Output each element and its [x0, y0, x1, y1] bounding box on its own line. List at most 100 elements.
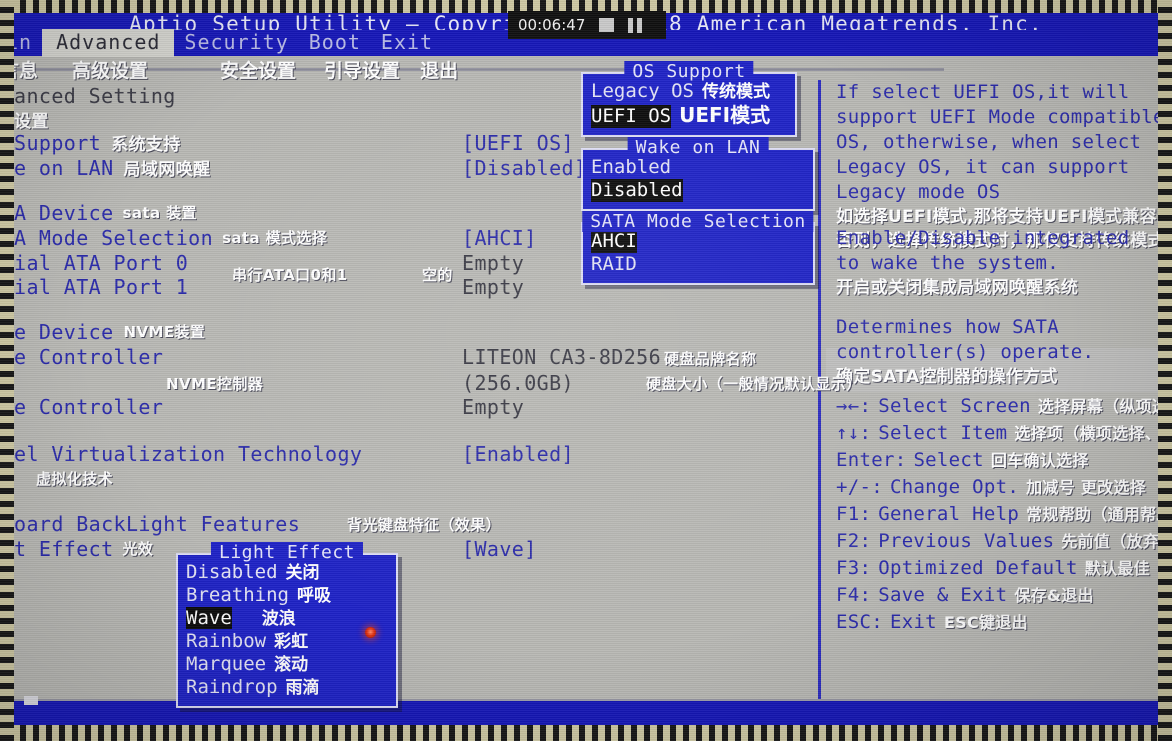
- key-symbol: +/-:: [836, 476, 883, 498]
- key-action-cn: 选择屏幕（纵项选: [1037, 397, 1158, 416]
- key-action: Save & Exit: [878, 584, 1008, 606]
- popup-sata-mode-selection[interactable]: SATA Mode Selection AHCI RAID: [581, 211, 815, 285]
- popup-option-rainbow[interactable]: Rainbow 彩虹: [186, 630, 388, 653]
- key-symbol: F4:: [836, 584, 872, 606]
- help-text-sata-mode: Determines how SATA controller(s) operat…: [836, 315, 1094, 389]
- tab-security-cn: 安全设置: [220, 59, 297, 82]
- option-label-cn: 雨滴: [285, 678, 320, 698]
- setting-label-cn: 系统支持: [111, 135, 181, 155]
- option-label: Breathing: [186, 584, 289, 606]
- key-legend-row: F3: Optimized Default 默认最佳: [836, 555, 1158, 582]
- setting-value[interactable]: [UEFI OS]: [462, 131, 574, 155]
- key-action-cn: 回车确认选择: [990, 451, 1089, 470]
- setting-label: ial ATA Port 1: [14, 274, 189, 299]
- pause-icon[interactable]: [628, 17, 643, 33]
- help-line-cn: 确定SATA控制器的操作方式: [836, 367, 1058, 387]
- key-action: Select Screen: [878, 395, 1031, 417]
- popup-option-legacy-os[interactable]: Legacy OS 传统模式: [591, 80, 787, 104]
- key-legend-row: F4: Save & Exit 保存&退出: [836, 582, 1158, 609]
- setting-label: t Effect: [14, 536, 114, 561]
- note-empty-cn: 空的: [422, 266, 453, 284]
- help-line-cn: 开启或关闭集成局域网唤醒系统: [836, 278, 1079, 298]
- key-legend-row: F1: General Help 常规帮助（通用帮助: [836, 501, 1158, 528]
- popup-option-disabled[interactable]: Disabled: [591, 179, 805, 202]
- note-nvme-controller-cn: NVME控制器: [166, 375, 264, 393]
- option-label: RAID: [591, 253, 637, 275]
- help-line: Legacy OS, it can support: [836, 156, 1130, 178]
- popup-option-raid[interactable]: RAID: [591, 253, 805, 276]
- option-label: Wave: [186, 607, 232, 629]
- key-legend-row: +/-: Change Opt. 加减号 更改选择: [836, 474, 1158, 501]
- popup-title: OS Support: [624, 61, 754, 82]
- setting-label: A Mode Selection: [14, 225, 214, 250]
- tab-exit[interactable]: Exit: [371, 29, 443, 57]
- option-label-cn: UEFI模式: [679, 103, 771, 127]
- setting-label: ial ATA Port 0: [14, 250, 189, 275]
- popup-option-ahci[interactable]: AHCI: [591, 230, 805, 253]
- tab-main-cn: 言息: [0, 59, 39, 82]
- popup-option-wave[interactable]: Wave 波浪: [186, 607, 388, 630]
- option-label: Disabled: [591, 179, 683, 202]
- option-label: Marquee: [186, 653, 267, 675]
- popup-option-disabled[interactable]: Disabled 关闭: [186, 561, 388, 584]
- help-line: Determines how SATA: [836, 316, 1060, 338]
- setting-value: (256.0GB): [462, 370, 574, 395]
- setting-value[interactable]: [Disabled]: [462, 156, 586, 180]
- key-action-cn: ESC键退出: [943, 613, 1028, 632]
- setting-label-cn: NVME装置: [123, 323, 206, 341]
- key-symbol: F1:: [836, 503, 872, 525]
- tab-security[interactable]: Security: [174, 29, 298, 57]
- setting-row-virtualization[interactable]: el Virtualization Technology [Enabled]: [14, 441, 814, 466]
- screen-recorder-overlay[interactable]: 00:06:47: [508, 11, 666, 39]
- help-line: OS, otherwise, when select: [836, 131, 1142, 153]
- setting-value[interactable]: [Wave]: [462, 537, 537, 561]
- note-disk-size-cn: 硬盘大小（一般情况默认显示）: [646, 375, 862, 393]
- key-legend-row: Enter: Select 回车确认选择: [836, 447, 1158, 474]
- setting-value[interactable]: [Enabled]: [462, 442, 574, 466]
- help-line: to wake the system.: [836, 252, 1060, 274]
- setting-label: e Controller: [14, 394, 164, 419]
- bios-setup-screen: Aptio Setup Utility – Copyright (C) 2018…: [0, 0, 1172, 741]
- stop-icon[interactable]: [599, 18, 615, 32]
- key-action-cn: 保存&退出: [1014, 586, 1094, 605]
- setting-label: e Device: [14, 319, 114, 344]
- capture-frame-bottom: [0, 725, 1172, 741]
- setting-label: el Virtualization Technology: [14, 441, 363, 466]
- led-reflection-dot: [365, 627, 376, 638]
- popup-option-raindrop[interactable]: Raindrop 雨滴: [186, 676, 388, 699]
- help-line: Legacy mode OS: [836, 181, 1001, 203]
- key-action: General Help: [878, 503, 1020, 525]
- key-action-cn: 先前值（放弃: [1061, 532, 1158, 551]
- popup-wake-on-lan[interactable]: Wake on LAN Enabled Disabled: [581, 137, 815, 211]
- setting-row-light-effect[interactable]: t Effect 光效 [Wave]: [14, 536, 814, 561]
- key-action: Exit: [889, 611, 937, 633]
- tab-advanced[interactable]: Advanced: [42, 29, 175, 57]
- setting-value: Empty: [462, 274, 525, 299]
- key-symbol: F2:: [836, 530, 872, 552]
- key-legend-row: →←: Select Screen 选择屏幕（纵项选: [836, 393, 1158, 420]
- help-text-wake-on-lan: Enable/Disable integrated to wake the sy…: [836, 226, 1129, 300]
- help-line: controller(s) operate.: [836, 341, 1095, 363]
- setting-value: Empty: [462, 250, 525, 275]
- setting-label-cn: 局域网唤醒: [123, 160, 211, 180]
- key-action-cn: 默认最佳: [1084, 559, 1150, 578]
- tab-main[interactable]: in: [0, 29, 42, 57]
- popup-option-enabled[interactable]: Enabled: [591, 156, 805, 179]
- popup-os-support[interactable]: OS Support Legacy OS 传统模式 UEFI OS UEFI模式: [581, 61, 797, 137]
- key-legend-row: F2: Previous Values 先前值（放弃: [836, 528, 1158, 555]
- tab-boot[interactable]: Boot: [299, 29, 371, 57]
- setting-label-cn: sata 装置: [122, 204, 197, 222]
- section-heading-cn: 设置: [14, 112, 49, 132]
- popup-option-marquee[interactable]: Marquee 滚动: [186, 653, 388, 676]
- note-virtualization-cn: 虚拟化技术: [36, 470, 114, 488]
- popup-option-breathing[interactable]: Breathing 呼吸: [186, 584, 388, 607]
- option-label: Enabled: [591, 156, 672, 178]
- popup-option-uefi-os[interactable]: UEFI OS UEFI模式: [591, 104, 787, 128]
- setting-label-cn: sata 模式选择: [222, 229, 328, 247]
- recorder-timecode: 00:06:47: [518, 16, 586, 34]
- setting-value[interactable]: [AHCI]: [462, 226, 537, 250]
- popup-title: Light Effect: [210, 542, 364, 563]
- key-symbol: ESC:: [836, 611, 883, 633]
- key-action: Optimized Default: [878, 557, 1078, 579]
- popup-light-effect[interactable]: Light Effect Disabled 关闭 Breathing 呼吸 Wa…: [176, 542, 398, 708]
